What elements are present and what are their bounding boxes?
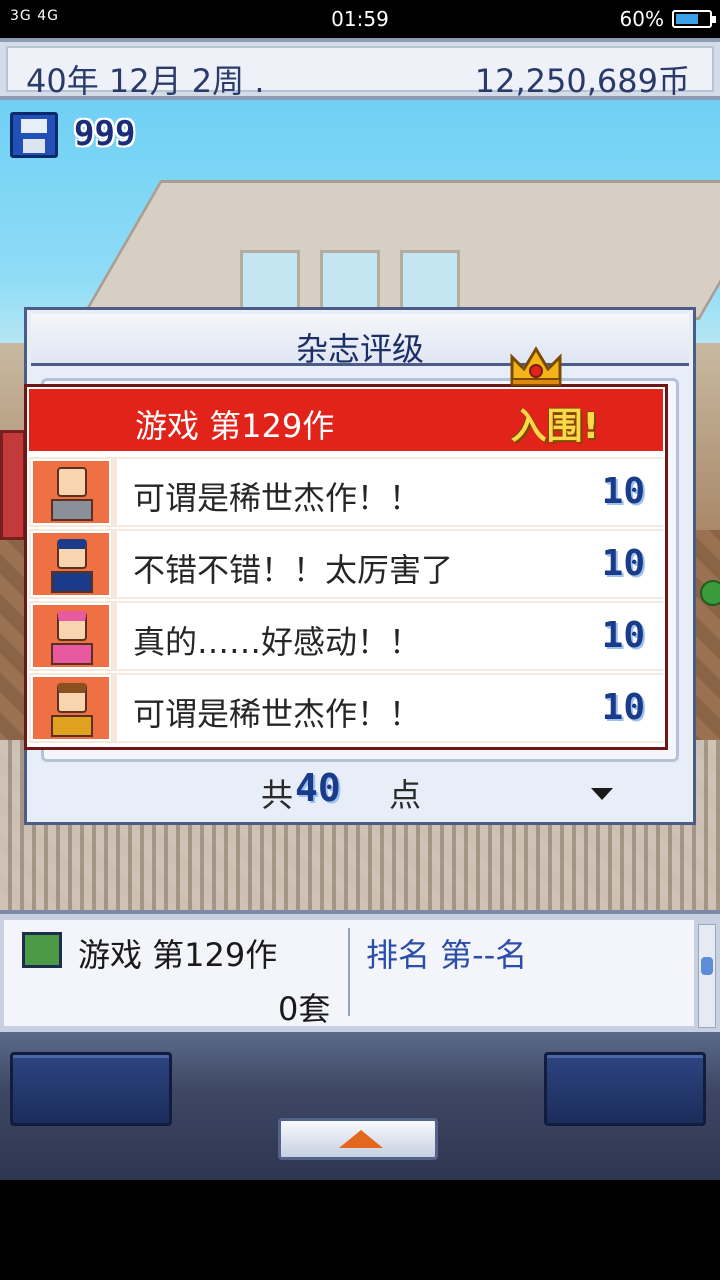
review-score: 10	[601, 687, 645, 728]
right-menu-button[interactable]	[544, 1052, 706, 1126]
review-row: 可谓是稀世杰作！！ 10	[29, 457, 663, 527]
reviewer-avatar	[31, 675, 111, 741]
reviewer-avatar	[31, 603, 111, 669]
review-score: 10	[601, 543, 645, 584]
reviewer-avatar	[31, 459, 111, 525]
units-sold: 0套	[278, 990, 331, 1028]
bottom-info-panel: 游戏 第129作 0套 排名 第--名	[0, 910, 720, 1032]
reviewer-avatar	[31, 531, 111, 597]
reviewed-game-name: 游戏 第129作	[135, 407, 335, 445]
review-comment: 不错不错！！太厉害了	[133, 551, 454, 589]
info-scrollbar[interactable]	[698, 924, 716, 1028]
status-bar: 3G 4G 01:59 60%	[0, 0, 720, 38]
control-bar	[0, 1032, 720, 1180]
nominated-badge: 入围!	[510, 406, 599, 447]
crown-icon	[510, 346, 562, 386]
arrow-up-icon	[339, 1130, 383, 1148]
save-disk-icon	[10, 112, 58, 158]
total-score-row: 共 40 点	[27, 764, 693, 814]
nav-area	[0, 1180, 720, 1280]
total-unit: 点	[389, 776, 422, 814]
left-menu-button[interactable]	[10, 1052, 172, 1126]
current-game-name: 游戏 第129作	[78, 936, 278, 974]
review-comment: 可谓是稀世杰作！！	[133, 695, 422, 733]
chevron-down-icon[interactable]	[591, 788, 613, 800]
panel-title-bar: 杂志评级	[31, 314, 689, 368]
review-row: 可谓是稀世杰作！！ 10	[29, 673, 663, 743]
review-row: 真的……好感动！！ 10	[29, 601, 663, 671]
save-count: 999	[74, 114, 136, 154]
top-info-bar: 40年 12月 2周 . 12,250,689币	[0, 38, 720, 100]
game-date: 40年 12月 2周 .	[26, 62, 265, 100]
review-list: 游戏 第129作 入围! 可谓是稀世杰作！！ 10 不错不错！！太厉害了 10 …	[24, 384, 668, 750]
battery-percent: 60%	[619, 7, 664, 31]
game-thumbnail-icon	[22, 932, 62, 968]
divider	[348, 928, 350, 1016]
expand-up-button[interactable]	[278, 1118, 438, 1160]
money-display: 12,250,689币	[474, 62, 690, 100]
plant-decoration	[700, 580, 720, 606]
total-score: 40	[295, 766, 341, 810]
review-score: 10	[601, 471, 645, 512]
vending-machine	[0, 430, 26, 540]
panel-title: 杂志评级	[295, 330, 424, 368]
review-row: 不错不错！！太厉害了 10	[29, 529, 663, 599]
clock: 01:59	[331, 7, 389, 31]
total-label: 共	[261, 776, 294, 814]
battery-icon	[672, 10, 716, 28]
rank-display: 排名 第--名	[366, 936, 528, 974]
game-header-row: 游戏 第129作 入围!	[29, 389, 663, 451]
review-comment: 可谓是稀世杰作！！	[133, 479, 422, 517]
review-comment: 真的……好感动！！	[133, 623, 422, 661]
review-score: 10	[601, 615, 645, 656]
